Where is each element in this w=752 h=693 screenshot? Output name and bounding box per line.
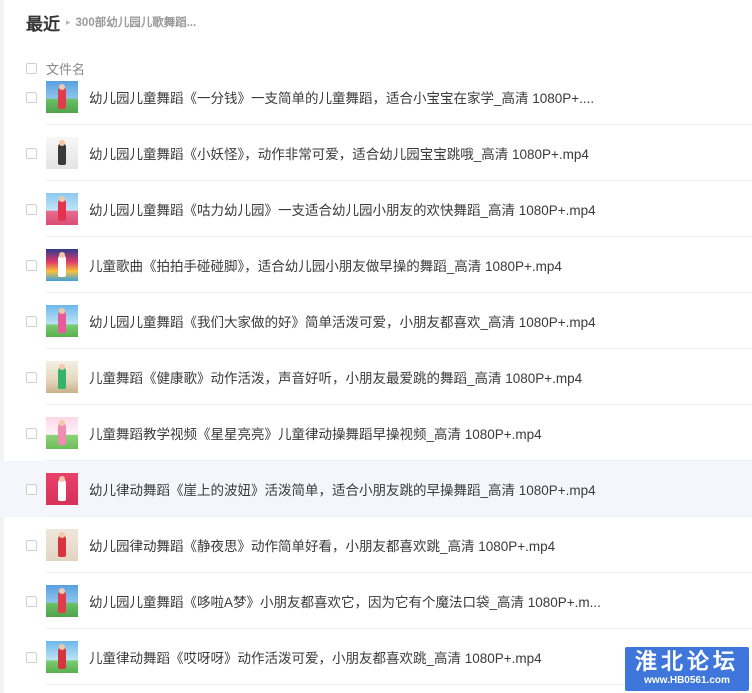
row-checkbox[interactable] — [26, 427, 37, 439]
site-watermark-logo: 淮北论坛 www.HB0561.com — [625, 647, 749, 691]
file-name[interactable]: 幼儿园律动舞蹈《静夜思》动作简单好看，小朋友都喜欢跳_高清 1080P+.mp4 — [89, 535, 555, 555]
breadcrumb-root-recent[interactable]: 最近 — [26, 10, 60, 35]
file-name[interactable]: 幼儿园儿童舞蹈《我们大家做的好》简单活泼可爱，小朋友都喜欢_高清 1080P+.… — [89, 311, 596, 331]
thumbnail-figure-body — [58, 87, 66, 109]
video-thumbnail-icon[interactable] — [46, 585, 78, 617]
thumbnail-figure-body — [58, 367, 66, 389]
thumbnail-figure-head — [59, 588, 65, 594]
file-name[interactable]: 儿童歌曲《拍拍手碰碰脚》，适合幼儿园小朋友做早操的舞蹈_高清 1080P+.mp… — [89, 255, 562, 275]
watermark-url: www.HB0561.com — [644, 675, 730, 686]
file-row[interactable]: 幼儿律动舞蹈《崖上的波妞》活泼简单，适合小朋友跳的早操舞蹈_高清 1080P+.… — [0, 461, 752, 517]
thumbnail-figure-head — [59, 532, 65, 538]
file-list: 幼儿园儿童舞蹈《一分钱》一支简单的儿童舞蹈，适合小宝宝在家学_高清 1080P+… — [0, 69, 752, 685]
file-row[interactable]: 儿童舞蹈教学视频《星星亮亮》儿童律动操舞蹈早操视频_高清 1080P+.mp4 — [0, 405, 752, 461]
video-thumbnail-icon[interactable] — [46, 81, 78, 113]
thumbnail-figure-body — [58, 199, 66, 221]
file-row[interactable]: 幼儿园儿童舞蹈《一分钱》一支简单的儿童舞蹈，适合小宝宝在家学_高清 1080P+… — [0, 69, 752, 125]
thumbnail-figure-body — [58, 479, 66, 501]
thumbnail-figure-head — [59, 84, 65, 90]
file-name[interactable]: 幼儿律动舞蹈《崖上的波妞》活泼简单，适合小朋友跳的早操舞蹈_高清 1080P+.… — [89, 479, 596, 499]
thumbnail-figure-head — [59, 308, 65, 314]
row-checkbox[interactable] — [26, 483, 37, 495]
video-thumbnail-icon[interactable] — [46, 249, 78, 281]
video-thumbnail-icon[interactable] — [46, 473, 78, 505]
file-row[interactable]: 儿童歌曲《拍拍手碰碰脚》，适合幼儿园小朋友做早操的舞蹈_高清 1080P+.mp… — [0, 237, 752, 293]
file-row[interactable]: 幼儿园律动舞蹈《静夜思》动作简单好看，小朋友都喜欢跳_高清 1080P+.mp4 — [0, 517, 752, 573]
video-thumbnail-icon[interactable] — [46, 417, 78, 449]
thumbnail-figure-body — [58, 311, 66, 333]
row-checkbox[interactable] — [26, 259, 37, 271]
thumbnail-figure-head — [59, 364, 65, 370]
file-name[interactable]: 幼儿园儿童舞蹈《小妖怪》，动作非常可爱，适合幼儿园宝宝跳哦_高清 1080P+.… — [89, 143, 589, 163]
video-thumbnail-icon[interactable] — [46, 193, 78, 225]
video-thumbnail-icon[interactable] — [46, 361, 78, 393]
row-checkbox[interactable] — [26, 371, 37, 383]
thumbnail-figure-body — [58, 591, 66, 613]
file-row[interactable]: 幼儿园儿童舞蹈《小妖怪》，动作非常可爱，适合幼儿园宝宝跳哦_高清 1080P+.… — [0, 125, 752, 181]
thumbnail-figure-body — [58, 255, 66, 277]
thumbnail-figure-head — [59, 420, 65, 426]
file-name[interactable]: 儿童舞蹈《健康歌》动作活泼，声音好听，小朋友最爱跳的舞蹈_高清 1080P+.m… — [89, 367, 582, 387]
file-name[interactable]: 儿童律动舞蹈《哎呀呀》动作活泼可爱，小朋友都喜欢跳_高清 1080P+.mp4 — [89, 647, 542, 667]
file-name[interactable]: 儿童舞蹈教学视频《星星亮亮》儿童律动操舞蹈早操视频_高清 1080P+.mp4 — [89, 423, 542, 443]
thumbnail-figure-head — [59, 196, 65, 202]
thumbnail-figure-head — [59, 476, 65, 482]
thumbnail-figure-body — [58, 535, 66, 557]
video-thumbnail-icon[interactable] — [46, 641, 78, 673]
file-row[interactable]: 幼儿园儿童舞蹈《我们大家做的好》简单活泼可爱，小朋友都喜欢_高清 1080P+.… — [0, 293, 752, 349]
row-checkbox[interactable] — [26, 203, 37, 215]
file-name[interactable]: 幼儿园儿童舞蹈《咕力幼儿园》一支适合幼儿园小朋友的欢快舞蹈_高清 1080P+.… — [89, 199, 596, 219]
watermark-title: 淮北论坛 — [634, 649, 739, 674]
row-checkbox[interactable] — [26, 315, 37, 327]
row-checkbox[interactable] — [26, 147, 37, 159]
thumbnail-figure-body — [58, 647, 66, 669]
row-checkbox[interactable] — [26, 539, 37, 551]
file-name[interactable]: 幼儿园儿童舞蹈《哆啦A梦》小朋友都喜欢它，因为它有个魔法口袋_高清 1080P+… — [89, 591, 601, 611]
thumbnail-figure-body — [58, 143, 66, 165]
row-checkbox[interactable] — [26, 595, 37, 607]
file-row[interactable]: 幼儿园儿童舞蹈《哆啦A梦》小朋友都喜欢它，因为它有个魔法口袋_高清 1080P+… — [0, 573, 752, 629]
file-name[interactable]: 幼儿园儿童舞蹈《一分钱》一支简单的儿童舞蹈，适合小宝宝在家学_高清 1080P+… — [89, 87, 594, 107]
video-thumbnail-icon[interactable] — [46, 305, 78, 337]
file-row[interactable]: 幼儿园儿童舞蹈《咕力幼儿园》一支适合幼儿园小朋友的欢快舞蹈_高清 1080P+.… — [0, 181, 752, 237]
thumbnail-figure-head — [59, 644, 65, 650]
video-thumbnail-icon[interactable] — [46, 137, 78, 169]
video-thumbnail-icon[interactable] — [46, 529, 78, 561]
breadcrumb-separator-icon: ▸ — [66, 16, 71, 27]
thumbnail-figure-body — [58, 423, 66, 445]
breadcrumb-current-folder[interactable]: 300部幼儿园儿歌舞蹈... — [76, 14, 197, 30]
file-row[interactable]: 儿童舞蹈《健康歌》动作活泼，声音好听，小朋友最爱跳的舞蹈_高清 1080P+.m… — [0, 349, 752, 405]
row-checkbox[interactable] — [26, 91, 37, 103]
thumbnail-figure-head — [59, 140, 65, 146]
row-checkbox[interactable] — [26, 651, 37, 663]
thumbnail-figure-head — [59, 252, 65, 258]
breadcrumb: 最近 ▸ 300部幼儿园儿歌舞蹈... — [26, 10, 196, 34]
